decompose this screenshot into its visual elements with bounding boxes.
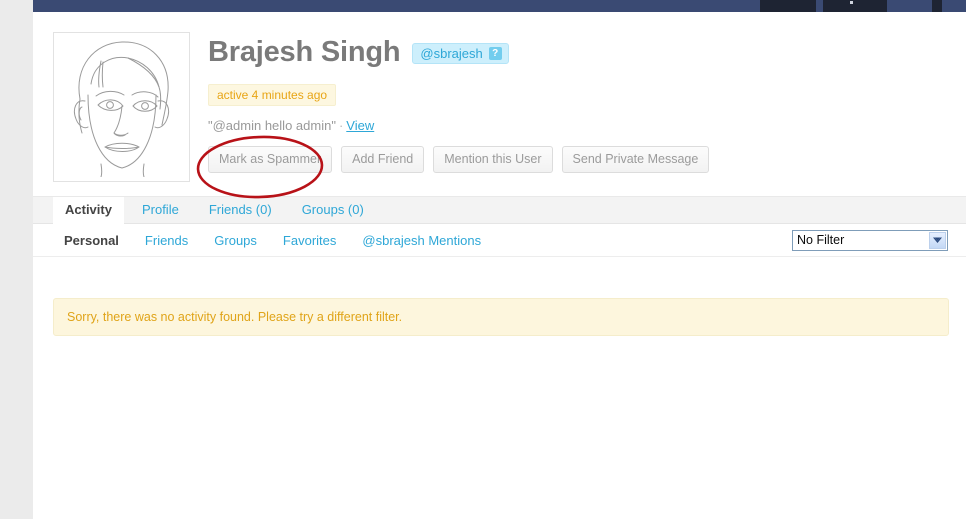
tab-profile[interactable]: Profile <box>130 197 191 224</box>
admin-bar-item-2[interactable] <box>823 0 887 12</box>
member-action-buttons: Mark as Spammer Add Friend Mention this … <box>208 146 946 174</box>
add-friend-button[interactable]: Add Friend <box>341 146 425 174</box>
subtab-personal[interactable]: Personal <box>53 230 130 252</box>
subtab-personal-label[interactable]: Personal <box>53 230 130 252</box>
wordpress-admin-bar[interactable] <box>33 0 966 12</box>
activity-filter-select[interactable]: No Filter <box>792 230 948 251</box>
item-nav: Activity Profile Friends (0) Groups (0) <box>33 196 966 224</box>
mark-as-spammer-button[interactable]: Mark as Spammer <box>208 146 333 174</box>
user-nicename-badge: @sbrajesh ? <box>412 42 509 64</box>
mention-this-user-button[interactable]: Mention this User <box>433 146 553 174</box>
tab-groups-label[interactable]: Groups (0) <box>290 197 376 224</box>
tab-activity[interactable]: Activity <box>53 196 124 224</box>
admin-bar-item-3[interactable] <box>932 0 942 12</box>
tab-activity-label[interactable]: Activity <box>53 197 124 224</box>
profile-header-content: Brajesh Singh @sbrajesh ? active 4 minut… <box>208 32 946 174</box>
subtab-groups-label[interactable]: Groups <box>203 230 268 252</box>
tab-groups[interactable]: Groups (0) <box>290 197 376 224</box>
activity-subnav: Personal Friends Groups Favorites @sbraj… <box>33 225 966 257</box>
tab-friends[interactable]: Friends (0) <box>197 197 284 224</box>
last-activity-status: active 4 minutes ago <box>208 84 337 106</box>
latest-update-text: "@admin hello admin" <box>208 118 336 133</box>
chevron-down-icon[interactable] <box>929 232 946 249</box>
page-root: Brajesh Singh @sbrajesh ? active 4 minut… <box>0 0 966 519</box>
admin-bar-indicator-icon <box>850 1 853 4</box>
subtab-mentions-label[interactable]: @sbrajesh Mentions <box>351 230 492 252</box>
latest-update: "@admin hello admin" · View <box>208 118 946 133</box>
avatar <box>53 32 190 182</box>
avatar-face-sketch-icon <box>58 37 185 177</box>
admin-bar-item-1[interactable] <box>760 0 816 12</box>
page-container: Brajesh Singh @sbrajesh ? active 4 minut… <box>33 12 966 519</box>
tab-profile-label[interactable]: Profile <box>130 197 191 224</box>
latest-update-view-link[interactable]: View <box>346 118 374 133</box>
latest-update-separator: · <box>338 118 344 133</box>
page-title: Brajesh Singh <box>208 36 401 69</box>
send-private-message-button[interactable]: Send Private Message <box>561 146 710 174</box>
subtab-favorites-label[interactable]: Favorites <box>272 230 347 252</box>
profile-header: Brajesh Singh @sbrajesh ? active 4 minut… <box>33 12 966 196</box>
subtab-favorites[interactable]: Favorites <box>272 230 347 252</box>
item-nav-list: Activity Profile Friends (0) Groups (0) <box>33 196 966 224</box>
user-nicename-text: @sbrajesh <box>420 45 483 61</box>
activity-filter-value: No Filter <box>797 233 845 247</box>
subtab-mentions[interactable]: @sbrajesh Mentions <box>351 230 492 252</box>
activity-content: Sorry, there was no activity found. Plea… <box>33 258 966 519</box>
name-row: Brajesh Singh @sbrajesh ? <box>208 32 946 74</box>
activity-filter-wrap: No Filter <box>792 230 948 251</box>
subtab-friends-label[interactable]: Friends <box>134 230 199 252</box>
no-activity-notice: Sorry, there was no activity found. Plea… <box>53 298 949 336</box>
tab-friends-label[interactable]: Friends (0) <box>197 197 284 224</box>
help-icon[interactable]: ? <box>488 46 502 60</box>
subtab-groups[interactable]: Groups <box>203 230 268 252</box>
subtab-friends[interactable]: Friends <box>134 230 199 252</box>
